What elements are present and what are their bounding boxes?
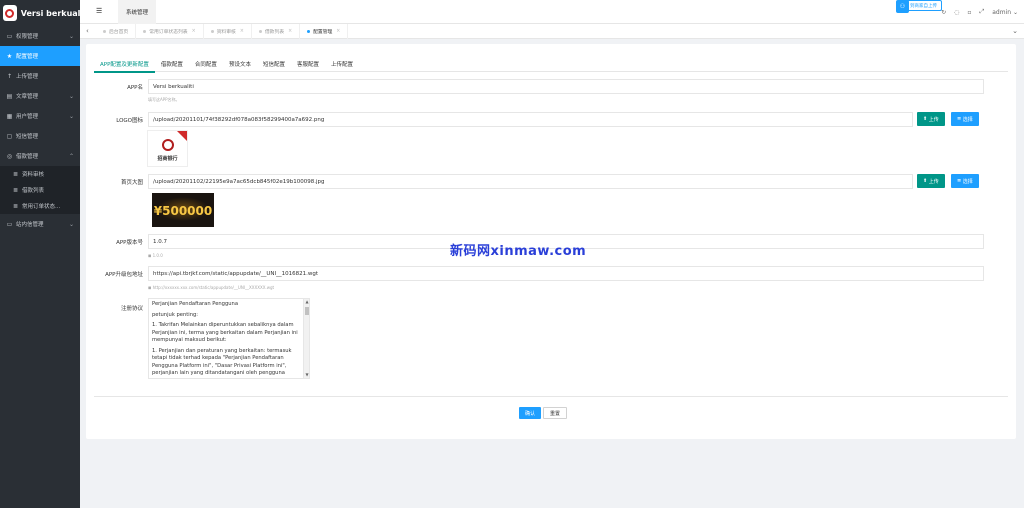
scroll-up-icon: ▲	[305, 299, 309, 304]
banner-path-input[interactable]: /upload/20201102/22195e9a7ac65dcb845f02e…	[148, 174, 913, 189]
brand-title: Versi berkualiti	[20, 8, 80, 18]
form-divider	[94, 396, 1008, 397]
app-name-label: APP名	[127, 85, 143, 91]
document-icon: ▤	[6, 92, 13, 100]
update-url-input[interactable]: https://api.tbrjkf.com/static/appupdate/…	[148, 266, 984, 281]
chevron-down-icon[interactable]: ⌄	[1012, 27, 1018, 35]
menu-toggle-icon[interactable]: ☰	[96, 7, 102, 15]
brand-logo-icon	[3, 5, 17, 21]
list-icon: ≣	[12, 170, 19, 178]
loans-submenu: ≣ 资料审核 ≣ 借款列表 ≣ 常用订单状态...	[0, 166, 80, 214]
topbar: ☰ 系统管理 ⚇ 到商家自上传 ↻ ◌ ▫ ⤢ admin ⌄	[80, 0, 1024, 24]
scroll-down-icon: ▼	[305, 372, 309, 377]
app-name-hint: 填写这APP名称。	[148, 97, 180, 102]
sidebar-subitem-review[interactable]: ≣ 资料审核	[0, 166, 80, 182]
users-icon: ▦	[6, 112, 13, 120]
tab-contract-config[interactable]: 合同配置	[189, 56, 223, 72]
refresh-icon[interactable]: ↻	[941, 9, 946, 16]
update-url-label: APP升级包地址	[105, 272, 143, 278]
star-icon: ★	[6, 52, 13, 60]
sidebar-item-permissions[interactable]: ▭ 权限管理 ⌄	[0, 26, 80, 46]
app-name-input[interactable]: Versi berkualiti	[148, 79, 984, 94]
version-label: APP版本号	[116, 240, 143, 246]
sidebar-subitem-loan-list[interactable]: ≣ 借款列表	[0, 182, 80, 198]
topbar-actions: ↻ ◌ ▫ ⤢ admin ⌄	[941, 0, 1018, 24]
content-tabs: APP配置及更新配置 借款配置 合同配置 预设文本 短信配置 客服配置 上传配置	[94, 56, 1008, 73]
agreement-label: 注册协议	[120, 306, 143, 312]
sidebar-item-messages[interactable]: ▭ 站内信管理 ⌄	[0, 214, 80, 234]
upload-badge[interactable]: ⚇ 到商家自上传	[896, 0, 942, 13]
logo-upload-button[interactable]: ⬆ 上传	[917, 112, 945, 126]
chevron-left-icon[interactable]: ‹	[86, 27, 89, 35]
clear-icon[interactable]: ◌	[954, 9, 959, 16]
sidebar: Versi berkualiti ▭ 权限管理 ⌄ ★ 配置管理 ↑ 上传管理 …	[0, 0, 80, 508]
user-menu[interactable]: admin ⌄	[992, 9, 1018, 16]
fullscreen-icon[interactable]: ⤢	[979, 8, 984, 16]
tab-sms-config[interactable]: 短信配置	[257, 56, 291, 72]
tab-app-config[interactable]: APP配置及更新配置	[94, 56, 155, 73]
sidebar-item-users[interactable]: ▦ 用户管理 ⌄	[0, 106, 80, 126]
logo-label: LOGO图标	[116, 118, 143, 124]
monitor-icon: ▭	[6, 32, 13, 40]
sidebar-item-upload[interactable]: ↑ 上传管理	[0, 66, 80, 86]
list-icon: ≣	[12, 202, 19, 210]
list-icon: ≣	[957, 116, 962, 122]
tab-upload-config[interactable]: 上传配置	[325, 56, 359, 72]
list-icon: ≣	[957, 178, 962, 184]
banner-upload-button[interactable]: ⬆ 上传	[917, 174, 945, 188]
update-url-hint: ◼ http://xxxxxx.xxx.com/static/appupdate…	[148, 285, 275, 290]
sidebar-item-loans[interactable]: ◎ 借款管理 ⌃	[0, 146, 80, 166]
sidebar-item-sms[interactable]: ▢ 短信管理	[0, 126, 80, 146]
lock-icon[interactable]: ▫	[967, 9, 971, 16]
bank-logo-icon	[162, 139, 174, 151]
watermark: 新码网xinmaw.com	[450, 244, 587, 259]
brand: Versi berkualiti	[0, 0, 80, 26]
page-tab-loans[interactable]: 借款列表 ×	[252, 24, 301, 39]
sidebar-subitem-order-status[interactable]: ≣ 常用订单状态...	[0, 198, 80, 214]
page-tab-home[interactable]: 后台首页	[96, 24, 137, 39]
close-icon: ×	[288, 29, 293, 34]
tab-service-config[interactable]: 客服配置	[291, 56, 325, 72]
message-icon: ▢	[6, 132, 13, 140]
upload-icon: ⬆	[923, 178, 928, 184]
chevron-down-icon: ⌄	[68, 92, 74, 100]
page-tab-review[interactable]: 资料审核 ×	[204, 24, 252, 39]
page-tab-config[interactable]: 配置管理 ×	[300, 24, 349, 39]
monitor-icon: ▭	[6, 220, 13, 228]
banner-label: 首页大图	[120, 180, 143, 186]
sidebar-item-config[interactable]: ★ 配置管理	[0, 46, 80, 66]
chevron-down-icon: ⌄	[68, 32, 74, 40]
submit-button[interactable]: 确认	[519, 407, 542, 419]
textarea-scrollbar[interactable]: ▲ ▼	[303, 299, 309, 378]
tab-loan-config[interactable]: 借款配置	[155, 56, 189, 72]
sidebar-item-articles[interactable]: ▤ 文章管理 ⌄	[0, 86, 80, 106]
upload-icon: ↑	[6, 72, 13, 80]
logo-select-button[interactable]: ≣ 选择	[951, 112, 979, 126]
close-icon: ×	[336, 29, 341, 34]
tab-preset-text[interactable]: 预设文本	[223, 56, 257, 72]
banner-preview: ¥500000	[152, 193, 214, 227]
tab-system-management[interactable]: 系统管理	[118, 0, 157, 24]
chevron-down-icon: ⌄	[68, 112, 74, 120]
version-hint: ◼ 1.0.0	[148, 253, 163, 258]
close-icon: ×	[191, 29, 196, 34]
bicycle-icon: ⚇	[896, 0, 909, 13]
reset-button[interactable]: 重置	[543, 407, 568, 419]
money-icon: ◎	[6, 152, 13, 160]
logo-path-input[interactable]: /upload/20201101/74f38292df078a083f58299…	[148, 112, 913, 127]
page-tabs-bar: ‹ 后台首页 常用订单状态列表 × 资料审核 × 借款列表 × 配置管理 × ⌄	[80, 24, 1024, 39]
banner-select-button[interactable]: ≣ 选择	[951, 174, 979, 188]
page-tabs: 后台首页 常用订单状态列表 × 资料审核 × 借款列表 × 配置管理 ×	[96, 24, 349, 39]
chevron-up-icon: ⌃	[68, 152, 74, 160]
logo-preview: 招商银行	[147, 130, 188, 167]
list-icon: ≣	[12, 186, 19, 194]
agreement-textarea[interactable]: Perjanjian Pendaftaran Pengguna petunjuk…	[148, 298, 310, 379]
upload-icon: ⬆	[923, 116, 928, 122]
page-tab-order-status[interactable]: 常用订单状态列表 ×	[136, 24, 204, 39]
close-icon: ×	[239, 29, 244, 34]
chevron-down-icon: ⌄	[68, 220, 74, 228]
